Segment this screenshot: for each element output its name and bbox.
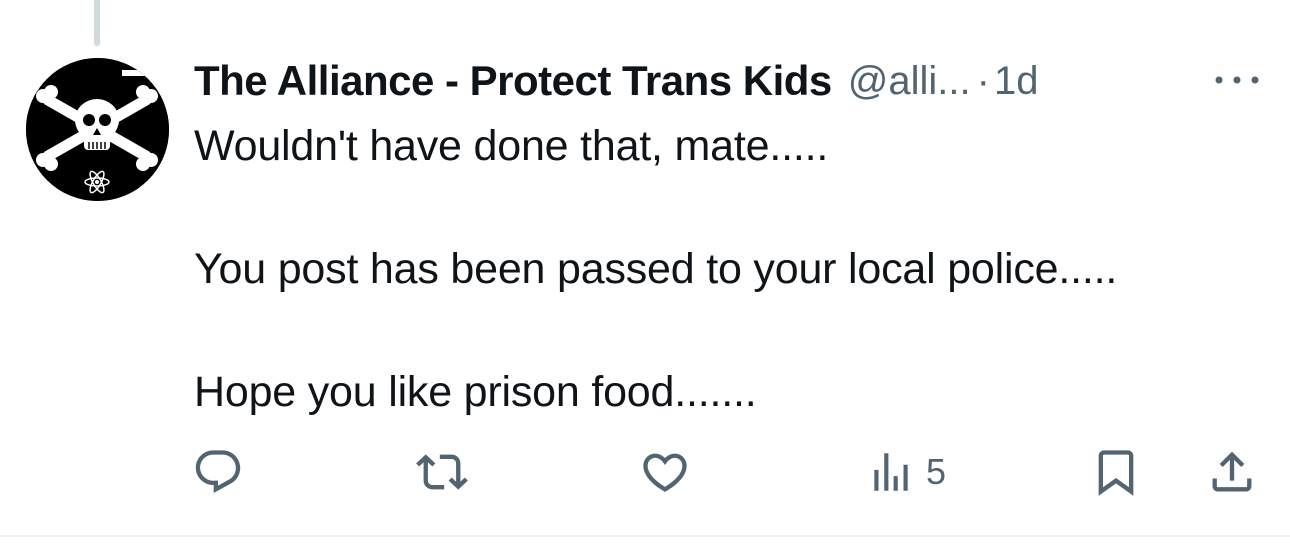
views-count: 5 <box>926 451 947 492</box>
separator-dot: · <box>976 58 990 103</box>
tweet-divider <box>0 535 1290 537</box>
avatar[interactable] <box>26 58 169 201</box>
share-icon <box>1212 451 1252 492</box>
more-horizontal-icon <box>1215 76 1259 84</box>
retweet-button[interactable] <box>414 440 470 504</box>
views-chart-icon <box>874 453 908 491</box>
bookmark-button[interactable] <box>1090 440 1142 504</box>
views-button[interactable]: 5 <box>866 440 946 504</box>
share-button[interactable] <box>1206 440 1258 504</box>
tweet-actions-bar: 5 <box>0 440 1290 504</box>
display-name[interactable]: The Alliance - Protect Trans Kids <box>194 57 832 105</box>
more-options-button[interactable] <box>1212 62 1262 98</box>
reply-icon <box>195 450 241 494</box>
tweet-header: The Alliance - Protect Trans Kids @alli.… <box>194 52 1038 110</box>
like-button[interactable] <box>638 440 692 504</box>
thread-connector-line <box>94 0 100 46</box>
user-handle[interactable]: @alli... <box>848 59 971 104</box>
tweet-body-text: Wouldn't have done that, mate..... You p… <box>194 122 1118 416</box>
skull-crossbones-atom-icon <box>26 58 169 201</box>
retweet-icon <box>416 454 468 490</box>
timestamp[interactable]: 1d <box>994 59 1039 104</box>
like-heart-icon <box>643 453 687 492</box>
bookmark-icon <box>1098 450 1134 496</box>
reply-button[interactable] <box>192 440 244 504</box>
